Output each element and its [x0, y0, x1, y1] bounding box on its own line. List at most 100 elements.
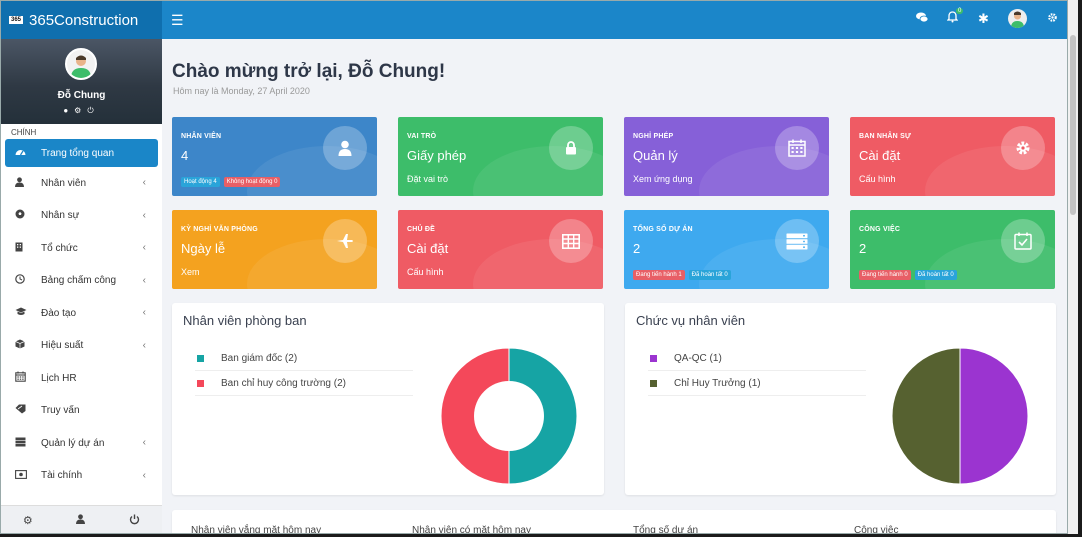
card-value: 4: [181, 148, 189, 163]
power-icon[interactable]: [129, 514, 140, 528]
department-doughnut-chart[interactable]: [440, 347, 578, 485]
gear-icon[interactable]: ⚙: [74, 106, 87, 115]
legend-swatch: [197, 379, 204, 387]
app-window: 365 365Construction ☰ 0 ✱ Đỗ Chung ●⚙⏻ C…: [0, 0, 1068, 534]
department-panel: Nhân viên phòng ban Ban giám đốc (2) Ban…: [172, 303, 604, 495]
card-value: 2: [859, 241, 867, 256]
gear-icon[interactable]: [1047, 11, 1058, 26]
stat-card[interactable]: NGHỈ PHÉP Quản lý Xem ứng dụng: [624, 117, 829, 196]
chart-slice-chỉ-huy-trưởng[interactable]: [891, 347, 961, 485]
brand[interactable]: 365 365Construction: [1, 1, 162, 39]
card-link[interactable]: Xem: [181, 267, 200, 277]
card-value: 2: [633, 241, 641, 256]
sidebar-item-9[interactable]: Quản lý dự án ‹: [1, 427, 162, 460]
card-title: CHỦ ĐỀ: [407, 226, 436, 233]
plane-icon: [323, 219, 367, 263]
graduation-cap-icon: [15, 307, 41, 319]
sidebar-item-label: Tổ chức: [41, 242, 78, 254]
status-badge: Đã hoàn tất 0: [688, 270, 731, 280]
asterisk-icon[interactable]: ✱: [978, 11, 989, 27]
total-projects-label: Tổng số dự án: [633, 525, 699, 534]
chevron-left-icon: ‹: [142, 274, 146, 286]
sidebar-item-label: Truy vấn: [41, 405, 80, 417]
sidebar-item-5[interactable]: Đào tạo ‹: [1, 297, 162, 330]
legend-item[interactable]: Chỉ Huy Trưởng (1): [648, 371, 866, 396]
card-value: Giấy phép: [407, 148, 467, 163]
legend-item[interactable]: QA-QC (1): [648, 346, 866, 371]
chevron-left-icon: ‹: [142, 307, 146, 318]
chevron-left-icon: ‹: [142, 469, 146, 481]
avatar[interactable]: [65, 48, 97, 80]
chat-icon[interactable]: [916, 11, 929, 26]
legend-label: Chỉ Huy Trưởng (1): [674, 377, 761, 389]
card-link[interactable]: Xem ứng dụng: [633, 174, 693, 184]
scrollbar-thumb[interactable]: [1070, 35, 1076, 215]
doughnut-hole: [474, 381, 544, 451]
sidebar-item-1[interactable]: Nhân viên ‹: [1, 167, 162, 200]
stat-card[interactable]: NHÂN VIÊN 4 Hoạt động 4 Không hoạt động 0: [172, 117, 377, 196]
gear-icon[interactable]: ⚙: [23, 514, 33, 527]
card-badges: Đang tiến hành 0 Đã hoàn tất 0: [859, 268, 961, 280]
chevron-left-icon: ‹: [142, 209, 146, 221]
soccer-icon: [15, 209, 41, 222]
sidebar-item-7[interactable]: Lịch HR: [1, 362, 162, 395]
calendar-check-icon: [1001, 219, 1045, 263]
sidebar-item-4[interactable]: Bảng chấm công ‹: [1, 265, 162, 298]
scrollbar[interactable]: [1068, 0, 1078, 534]
legend-item[interactable]: Ban giám đốc (2): [195, 346, 413, 371]
sidebar-item-10[interactable]: Tài chính ‹: [1, 460, 162, 493]
hamburger-icon[interactable]: ☰: [171, 12, 184, 29]
stat-card[interactable]: VAI TRÒ Giấy phép Đặt vai trò: [398, 117, 603, 196]
sidebar-item-label: Bảng chấm công: [41, 275, 117, 287]
user-icon: [323, 126, 367, 170]
calendar-icon: [775, 126, 819, 170]
user-icon[interactable]: ●: [63, 106, 74, 115]
tag-icon: [15, 404, 41, 417]
sidebar-item-3[interactable]: Tổ chức ‹: [1, 232, 162, 265]
sidebar-item-0[interactable]: Trang tổng quan: [5, 139, 158, 167]
stat-card[interactable]: CHỦ ĐỀ Cài đặt Cấu hình: [398, 210, 603, 289]
sidebar-item-2[interactable]: Nhân sự ‹: [1, 200, 162, 233]
stat-card[interactable]: TỔNG SỐ DỰ ÁN 2 Đang tiến hành 1 Đã hoàn tấ…: [624, 210, 829, 289]
position-pie-chart[interactable]: [891, 347, 1029, 485]
card-link[interactable]: Cấu hình: [859, 174, 896, 184]
legend-label: QA-QC (1): [674, 352, 722, 364]
status-badge: Đang tiến hành 0: [859, 270, 911, 280]
card-link[interactable]: Đặt vai trò: [407, 174, 448, 184]
sidebar-item-6[interactable]: Hiệu suất ‹: [1, 330, 162, 363]
card-value: Ngày lễ: [181, 241, 226, 256]
building-icon: [15, 242, 41, 255]
status-badge: Không hoạt động 0: [223, 177, 281, 187]
sidebar-item-label: Quản lý dự án: [41, 437, 105, 449]
user-icon[interactable]: [76, 514, 86, 527]
power-icon[interactable]: ⏻: [87, 106, 99, 115]
card-title: CÔNG VIỆC: [859, 226, 901, 233]
legend-swatch: [650, 379, 657, 387]
position-panel: Chức vụ nhân viên QA-QC (1) Chỉ Huy Trưở…: [625, 303, 1056, 495]
panel-title: Chức vụ nhân viên: [636, 313, 746, 328]
legend-label: Ban giám đốc (2): [221, 352, 298, 364]
card-title: VAI TRÒ: [407, 133, 437, 140]
stat-card[interactable]: BAN NHÂN SỰ Cài đặt Cấu hình: [850, 117, 1055, 196]
avatar[interactable]: [1008, 9, 1027, 28]
brand-name: 365Construction: [29, 11, 139, 29]
sidebar-item-8[interactable]: Truy vấn: [1, 395, 162, 428]
sidebar-item-label: Trang tổng quan: [41, 147, 115, 159]
chart-slice-qa-qc[interactable]: [959, 347, 1029, 485]
server-icon: [15, 437, 41, 450]
stat-card[interactable]: KỲ NGHỈ VĂN PHÒNG Ngày lễ Xem: [172, 210, 377, 289]
legend-label: Ban chỉ huy công trường (2): [221, 377, 346, 389]
table-icon: [549, 219, 593, 263]
card-link[interactable]: Cấu hình: [407, 267, 444, 277]
chevron-left-icon: ‹: [142, 437, 146, 448]
card-title: NGHỈ PHÉP: [633, 133, 674, 140]
calendar-icon: [15, 371, 41, 385]
legend-item[interactable]: Ban chỉ huy công trường (2): [195, 371, 413, 396]
page-title: Chào mừng trở lại, Đỗ Chung!: [172, 61, 446, 82]
sidebar-item-label: Nhân sự: [41, 210, 80, 222]
absent-today-label: Nhân viên vắng mặt hôm nay: [191, 525, 322, 534]
legend-swatch: [197, 354, 204, 362]
status-badge: Đã hoàn tất 0: [914, 270, 957, 280]
legend-swatch: [650, 354, 657, 362]
stat-card[interactable]: CÔNG VIỆC 2 Đang tiến hành 0 Đã hoàn tất 0: [850, 210, 1055, 289]
